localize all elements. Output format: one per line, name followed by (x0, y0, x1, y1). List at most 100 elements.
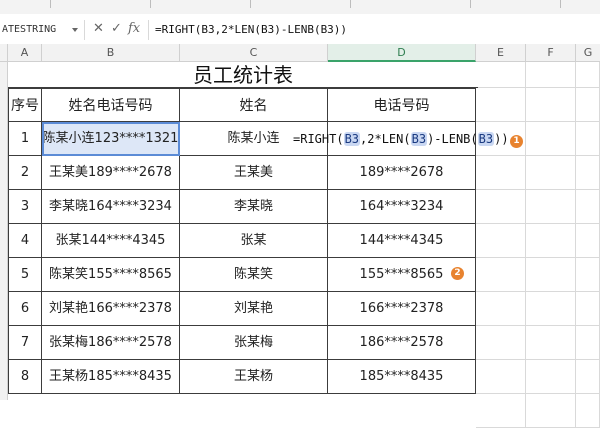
column-header-d[interactable]: D (328, 44, 476, 62)
empty-cell[interactable] (476, 326, 526, 360)
empty-cell[interactable] (576, 394, 600, 428)
ribbon-divider (250, 0, 251, 8)
cell-no[interactable]: 4 (8, 224, 42, 258)
cell-phone[interactable]: 164****3234 (328, 190, 476, 224)
empty-cell[interactable] (576, 258, 600, 292)
empty-cell[interactable] (526, 360, 576, 394)
cell-name[interactable]: 王某美 (180, 156, 328, 190)
empty-cell[interactable] (526, 122, 576, 156)
cell-name-phone[interactable]: 王某杨185****8435 (42, 360, 180, 394)
empty-cell[interactable] (576, 292, 600, 326)
formula-input[interactable]: =RIGHT(B3,2*LEN(B3)-LENB(B3)) (148, 20, 600, 40)
empty-cell[interactable] (476, 258, 526, 292)
header-no[interactable]: 序号 (8, 88, 42, 122)
column-header-e[interactable]: E (476, 44, 526, 62)
column-header-f[interactable]: F (526, 44, 576, 62)
empty-cell[interactable] (576, 224, 600, 258)
ribbon-divider (50, 0, 51, 8)
empty-cell[interactable] (576, 122, 600, 156)
cell-phone[interactable]: 189****2678 (328, 156, 476, 190)
cell-no[interactable]: 8 (8, 360, 42, 394)
cell-phone[interactable]: 166****2378 (328, 292, 476, 326)
empty-cell[interactable] (476, 360, 526, 394)
cell-no[interactable]: 2 (8, 156, 42, 190)
header-phone[interactable]: 电话号码 (328, 88, 476, 122)
cell-name[interactable]: 张某 (180, 224, 328, 258)
cell-formula-editor[interactable]: =RIGHT(B3,2*LEN(B3)-LENB(B3)) (293, 124, 509, 154)
cell-reference: B3 (410, 132, 428, 146)
empty-cell[interactable] (476, 62, 526, 88)
cell-name-phone[interactable]: 陈某小连123****1321 (42, 122, 180, 156)
step-badge-2: 2 (451, 267, 464, 280)
empty-cell[interactable] (576, 156, 600, 190)
empty-cell[interactable] (526, 190, 576, 224)
empty-cell[interactable] (526, 156, 576, 190)
empty-cell[interactable] (526, 292, 576, 326)
ribbon-strip (0, 0, 600, 14)
cell-reference: B3 (343, 132, 361, 146)
empty-cell[interactable] (526, 88, 576, 122)
empty-cell[interactable] (576, 326, 600, 360)
cell-reference: B3 (477, 132, 495, 146)
formula-part: )-LENB( (427, 132, 478, 146)
step-badge-1: 1 (510, 135, 523, 148)
function-icon[interactable]: fx (128, 21, 140, 37)
empty-cell[interactable] (526, 326, 576, 360)
empty-cell[interactable] (576, 360, 600, 394)
column-header-c[interactable]: C (180, 44, 328, 62)
confirm-icon[interactable]: ✓ (111, 21, 122, 37)
cell-name-phone[interactable]: 张某144****4345 (42, 224, 180, 258)
empty-cell[interactable] (476, 292, 526, 326)
cell-name[interactable]: 刘某艳 (180, 292, 328, 326)
cancel-icon[interactable]: ✕ (93, 21, 104, 37)
empty-cell[interactable] (526, 62, 576, 88)
formula-part: =RIGHT( (293, 132, 344, 146)
cell-phone[interactable]: 185****8435 (328, 360, 476, 394)
row-header-strip[interactable] (0, 62, 8, 400)
empty-cell[interactable] (476, 88, 526, 122)
empty-cell[interactable] (476, 190, 526, 224)
header-name-phone[interactable]: 姓名电话号码 (42, 88, 180, 122)
cell-no[interactable]: 3 (8, 190, 42, 224)
cell-name[interactable]: 张某梅 (180, 326, 328, 360)
empty-cell[interactable] (576, 190, 600, 224)
formula-bar: ATESTRING ✕ ✓ fx =RIGHT(B3,2*LEN(B3)-LEN… (0, 14, 600, 45)
formula-part: ,2*LEN( (360, 132, 411, 146)
empty-cell[interactable] (526, 258, 576, 292)
cell-no[interactable]: 7 (8, 326, 42, 360)
cell-phone[interactable]: 186****2578 (328, 326, 476, 360)
empty-cell[interactable] (476, 156, 526, 190)
cell-name-phone[interactable]: 李某晓164****3234 (42, 190, 180, 224)
column-header-b[interactable]: B (42, 44, 180, 62)
divider (84, 20, 85, 40)
cell-name-phone[interactable]: 王某美189****2678 (42, 156, 180, 190)
sheet-title[interactable]: 员工统计表 (8, 62, 478, 88)
name-box[interactable]: ATESTRING (0, 20, 80, 40)
cell-name-phone[interactable]: 张某梅186****2578 (42, 326, 180, 360)
cell-name[interactable]: 陈某笑 (180, 258, 328, 292)
cell-name-phone[interactable]: 刘某艳166****2378 (42, 292, 180, 326)
empty-cell[interactable] (576, 88, 600, 122)
empty-cell[interactable] (476, 394, 526, 428)
ribbon-divider (470, 0, 471, 8)
cell-no[interactable]: 5 (8, 258, 42, 292)
cell-no[interactable]: 6 (8, 292, 42, 326)
cell-no[interactable]: 1 (8, 122, 42, 156)
ribbon-divider (560, 0, 561, 8)
cell-name-phone[interactable]: 陈某笑155****8565 (42, 258, 180, 292)
cell-name[interactable]: 王某杨 (180, 360, 328, 394)
empty-cell[interactable] (576, 62, 600, 88)
cell-phone[interactable]: 144****4345 (328, 224, 476, 258)
empty-cell[interactable] (476, 224, 526, 258)
empty-cell[interactable] (526, 224, 576, 258)
ribbon-divider (150, 0, 151, 8)
column-header-a[interactable]: A (8, 44, 42, 62)
chevron-down-icon[interactable] (72, 28, 78, 32)
cell-name[interactable]: 李某晓 (180, 190, 328, 224)
empty-cell[interactable] (526, 394, 576, 428)
header-name[interactable]: 姓名 (180, 88, 328, 122)
select-all-corner[interactable] (0, 44, 8, 62)
ribbon-divider (350, 0, 351, 8)
formula-part: )) (494, 132, 509, 146)
column-header-g[interactable]: G (576, 44, 600, 62)
